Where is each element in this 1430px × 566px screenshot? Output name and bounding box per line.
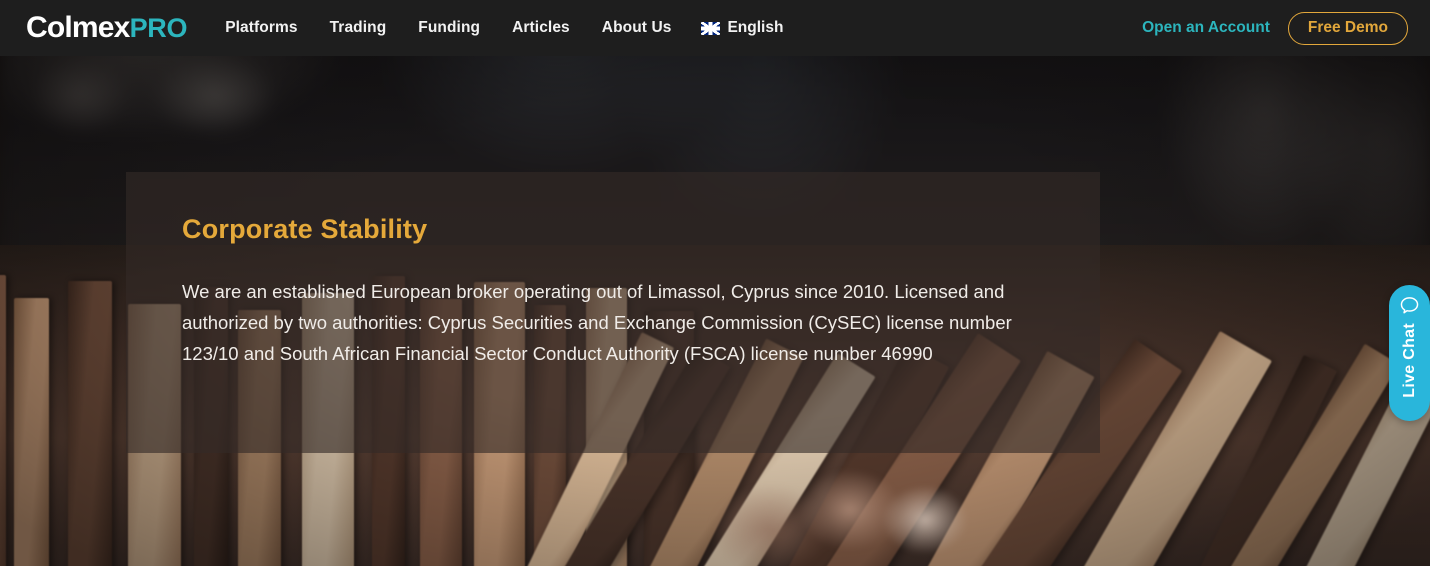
hero-body-text: We are an established European broker op… — [182, 281, 1012, 364]
nav-item-articles[interactable]: Articles — [496, 11, 586, 45]
logo-primary-text: Colmex — [26, 11, 130, 44]
uk-flag-icon — [701, 21, 721, 35]
nav-item-about-us[interactable]: About Us — [586, 11, 688, 45]
hero-title: Corporate Stability — [182, 214, 428, 244]
logo-secondary-text: PRO — [129, 13, 188, 43]
nav-item-funding[interactable]: Funding — [402, 11, 496, 45]
page-root: Colmex PRO Platforms Trading Funding Art… — [0, 0, 1430, 566]
site-logo[interactable]: Colmex PRO — [26, 13, 187, 43]
live-chat-tab[interactable]: Live Chat — [1389, 285, 1430, 421]
nav-item-platforms[interactable]: Platforms — [209, 11, 313, 45]
nav-item-trading[interactable]: Trading — [314, 11, 403, 45]
hero-content-panel: Corporate Stability We are an establishe… — [126, 172, 1100, 453]
header-actions: Open an Account Free Demo — [1142, 11, 1408, 45]
site-header: Colmex PRO Platforms Trading Funding Art… — [0, 0, 1430, 56]
language-selector[interactable]: English — [687, 11, 797, 45]
main-navigation: Platforms Trading Funding Articles About… — [209, 11, 797, 45]
language-label: English — [727, 19, 784, 36]
open-account-link[interactable]: Open an Account — [1142, 19, 1270, 37]
speech-bubble-icon — [1400, 297, 1419, 314]
live-chat-label: Live Chat — [1400, 323, 1418, 398]
free-demo-button[interactable]: Free Demo — [1287, 11, 1408, 45]
